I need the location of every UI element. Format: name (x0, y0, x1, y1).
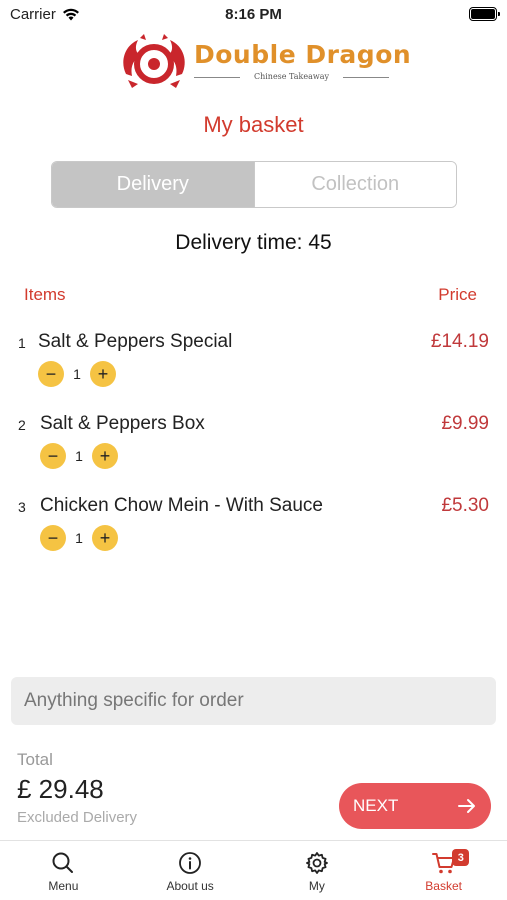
tab-menu-label: Menu (48, 879, 79, 893)
order-note-input[interactable] (11, 677, 496, 725)
arrow-right-icon (458, 799, 475, 813)
item-index: 3 (18, 499, 26, 515)
quantity-stepper: − 1 + (40, 443, 118, 469)
collection-option[interactable]: Collection (253, 162, 456, 207)
item-price: £9.99 (441, 413, 489, 434)
item-price: £5.30 (441, 495, 489, 516)
status-bar: Carrier 8:16 PM (0, 0, 507, 30)
next-button-label: NEXT (353, 796, 399, 815)
increase-quantity-button[interactable]: + (92, 443, 118, 469)
item-quantity: 1 (75, 448, 83, 464)
quantity-stepper: − 1 + (38, 361, 116, 387)
item-name: Salt & Peppers Box (40, 413, 205, 434)
item-price: £14.19 (430, 331, 489, 352)
tab-my[interactable]: My (254, 841, 381, 900)
bottom-tab-bar: Menu About us My 3 Basket (0, 840, 507, 900)
basket-item: 2 Salt & Peppers Box £9.99 − 1 + (0, 413, 507, 493)
item-quantity: 1 (73, 366, 81, 382)
delivery-option[interactable]: Delivery (52, 162, 254, 207)
search-icon (52, 852, 74, 873)
increase-quantity-button[interactable]: + (92, 525, 118, 551)
brand-name: Double Dragon (194, 40, 412, 69)
tab-basket[interactable]: 3 Basket (380, 841, 507, 900)
basket-item: 3 Chicken Chow Mein - With Sauce £5.30 −… (0, 495, 507, 575)
quantity-stepper: − 1 + (40, 525, 118, 551)
next-button[interactable]: NEXT (339, 783, 491, 829)
item-index: 1 (18, 335, 26, 351)
tab-about-us-label: About us (166, 879, 214, 893)
order-mode-toggle: Delivery Collection (51, 161, 457, 208)
tab-basket-label: Basket (425, 879, 462, 893)
delivery-excluded-note: Excluded Delivery (17, 809, 138, 826)
tab-my-label: My (308, 879, 325, 893)
basket-item: 1 Salt & Peppers Special £14.19 − 1 + (0, 331, 507, 411)
gear-icon (305, 852, 328, 874)
status-time: 8:16 PM (225, 6, 282, 23)
page-title: My basket (203, 112, 304, 137)
total-amount: £ 29.48 (17, 774, 104, 804)
decrease-quantity-button[interactable]: − (40, 525, 66, 551)
total-label: Total (17, 750, 53, 769)
item-name: Salt & Peppers Special (38, 331, 233, 352)
brand-tagline: Chinese Takeaway (194, 72, 389, 81)
battery-icon (469, 7, 500, 21)
price-column-header: Price (438, 285, 477, 304)
decrease-quantity-button[interactable]: − (38, 361, 64, 387)
info-icon (179, 852, 202, 874)
decrease-quantity-button[interactable]: − (40, 443, 66, 469)
item-name: Chicken Chow Mein - With Sauce (40, 495, 323, 516)
brand-logo: Double Dragon Chinese Takeaway (118, 34, 411, 90)
delivery-time: Delivery time: 45 (175, 231, 332, 254)
dragon-emblem-icon (123, 34, 185, 88)
tab-menu[interactable]: Menu (0, 841, 127, 900)
tab-about-us[interactable]: About us (127, 841, 254, 900)
cart-count-badge: 3 (452, 849, 470, 866)
item-index: 2 (18, 417, 26, 433)
increase-quantity-button[interactable]: + (90, 361, 116, 387)
items-column-header: Items (24, 285, 66, 304)
item-quantity: 1 (75, 530, 83, 546)
